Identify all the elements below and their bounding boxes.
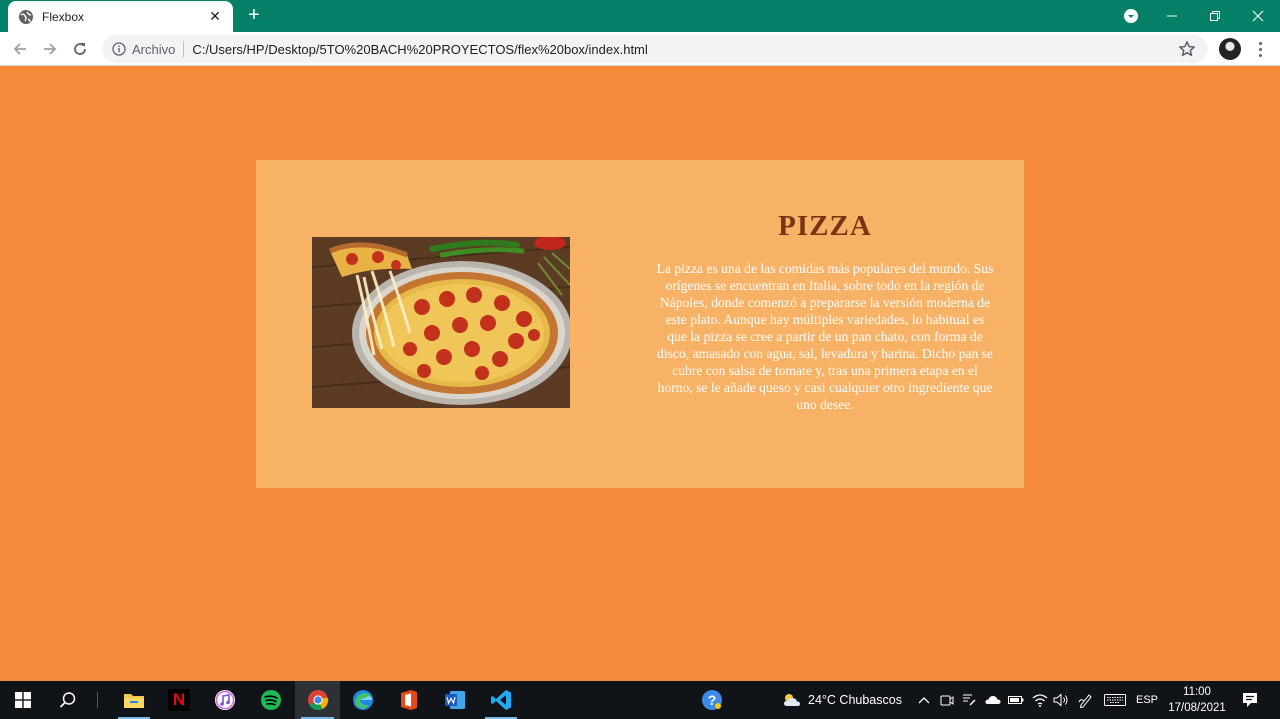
meet-now-icon[interactable] [938, 681, 956, 719]
battery-icon[interactable] [1006, 681, 1026, 719]
edge-icon[interactable] [341, 681, 385, 719]
browser-toolbar: Archivo C:/Users/HP/Desktop/5TO%20BACH%2… [0, 32, 1280, 66]
language-indicator[interactable]: ESP [1134, 681, 1160, 719]
itunes-icon[interactable] [203, 681, 247, 719]
volume-icon[interactable] [1051, 681, 1071, 719]
word-icon[interactable] [433, 681, 477, 719]
kebab-menu-icon[interactable] [1252, 37, 1268, 61]
profile-dropdown-icon[interactable] [1109, 0, 1153, 32]
info-icon[interactable] [112, 42, 126, 56]
chevron-up-icon[interactable] [914, 681, 934, 719]
taskbar-divider [96, 681, 98, 719]
address-bar[interactable]: Archivo C:/Users/HP/Desktop/5TO%20BACH%2… [102, 35, 1208, 63]
vscode-icon[interactable] [479, 681, 523, 719]
system-clock[interactable]: 11:00 17/08/2021 [1162, 684, 1232, 716]
browser-tab[interactable]: Flexbox ✕ [8, 1, 233, 32]
weather-widget[interactable]: 24°C Chubascos [776, 681, 908, 719]
keyboard-icon[interactable] [1102, 681, 1128, 719]
browser-title-bar: Flexbox ✕ + [0, 0, 1280, 32]
window-close-icon[interactable] [1236, 0, 1280, 32]
netflix-icon[interactable]: N [157, 681, 201, 719]
avatar[interactable] [1219, 38, 1241, 60]
spotify-icon[interactable] [249, 681, 293, 719]
address-separator [183, 41, 185, 57]
tab-title: Flexbox [42, 9, 85, 24]
clock-date: 17/08/2021 [1168, 702, 1226, 714]
forward-icon[interactable] [38, 37, 62, 61]
security-label: Archivo [132, 41, 176, 57]
pepperoni-pizza-photo [312, 237, 570, 408]
weather-text: 24°C Chubascos [808, 693, 902, 707]
star-icon[interactable] [1178, 40, 1196, 58]
pizza-text-column: PIZZA La pizza es una de las comidas más… [656, 210, 994, 413]
back-icon[interactable] [8, 37, 32, 61]
svg-text:?: ? [708, 692, 717, 708]
wifi-icon[interactable] [1030, 681, 1050, 719]
windows-taskbar: N ? 24°C Chubascos ESP 11:00 17/08/2021 [0, 681, 1280, 719]
help-icon[interactable]: ? [700, 681, 724, 719]
restore-icon[interactable] [1193, 0, 1237, 32]
notes-icon[interactable] [960, 681, 978, 719]
url-text[interactable]: C:/Users/HP/Desktop/5TO%20BACH%20PROYECT… [192, 42, 647, 57]
weather-cloud-icon [784, 694, 801, 706]
onedrive-icon[interactable] [983, 681, 1003, 719]
notification-icon[interactable] [1234, 681, 1266, 719]
file-explorer-icon[interactable] [112, 681, 156, 719]
minimize-icon[interactable] [1150, 0, 1194, 32]
close-icon[interactable]: ✕ [207, 8, 223, 25]
clock-time: 11:00 [1183, 686, 1211, 698]
reload-icon[interactable] [68, 37, 92, 61]
chrome-icon[interactable] [295, 681, 340, 719]
content-card: PIZZA La pizza es una de las comidas más… [256, 160, 1024, 488]
search-icon[interactable] [46, 681, 90, 719]
globe-icon [19, 9, 33, 24]
windows-start-icon[interactable] [0, 681, 46, 719]
office-icon[interactable] [387, 681, 431, 719]
page-title: PIZZA [778, 210, 872, 242]
plus-icon[interactable]: + [243, 5, 265, 27]
pen-icon[interactable] [1075, 681, 1097, 719]
language-text: ESP [1135, 694, 1158, 706]
pizza-description: La pizza es una de las comidas más popul… [656, 261, 994, 412]
page-viewport: PIZZA La pizza es una de las comidas más… [0, 67, 1280, 681]
